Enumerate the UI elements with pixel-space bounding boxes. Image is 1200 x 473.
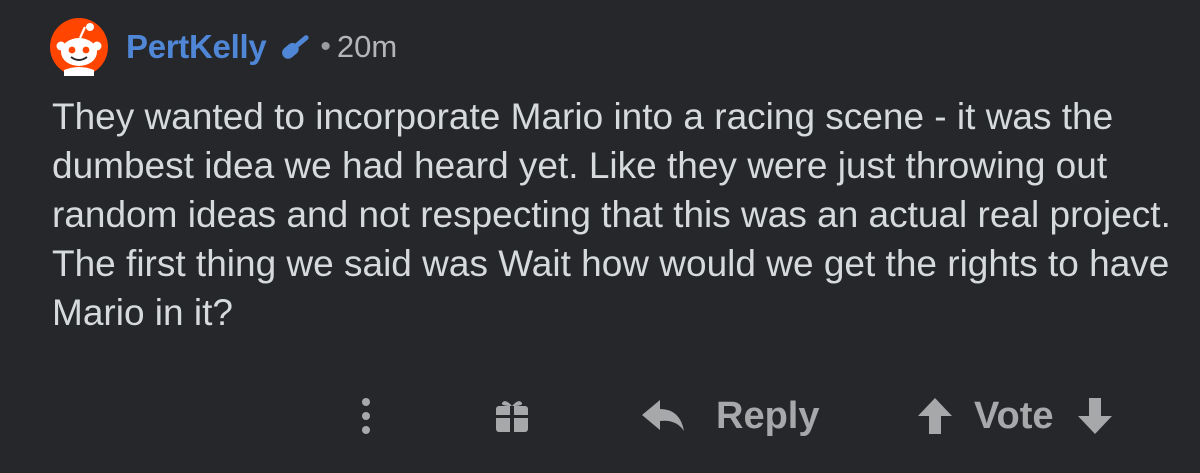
separator-dot: • (320, 30, 331, 63)
comment-header: PertKelly • 20m (50, 18, 397, 76)
username[interactable]: PertKelly (126, 28, 267, 66)
comment-body: They wanted to incorporate Mario into a … (52, 96, 1171, 333)
reply-label: Reply (716, 394, 820, 437)
downvote-arrow-icon[interactable] (1076, 396, 1114, 436)
reply-button[interactable]: Reply (640, 388, 819, 444)
comment-card: PertKelly • 20m They wanted to incorpora… (0, 0, 1200, 473)
more-options-button[interactable] (356, 388, 376, 444)
timestamp: 20m (336, 29, 398, 64)
gift-icon (496, 401, 528, 432)
reply-arrow-icon (642, 400, 684, 431)
avatar[interactable] (50, 18, 108, 76)
microphone-icon (282, 35, 309, 59)
upvote-arrow-icon[interactable] (916, 396, 954, 436)
vertical-ellipsis-icon (362, 398, 370, 434)
award-button[interactable] (492, 388, 532, 444)
vote-controls: Vote (916, 388, 1114, 444)
comment-actions: Reply Vote (0, 388, 1200, 444)
vote-label: Vote (974, 394, 1054, 437)
